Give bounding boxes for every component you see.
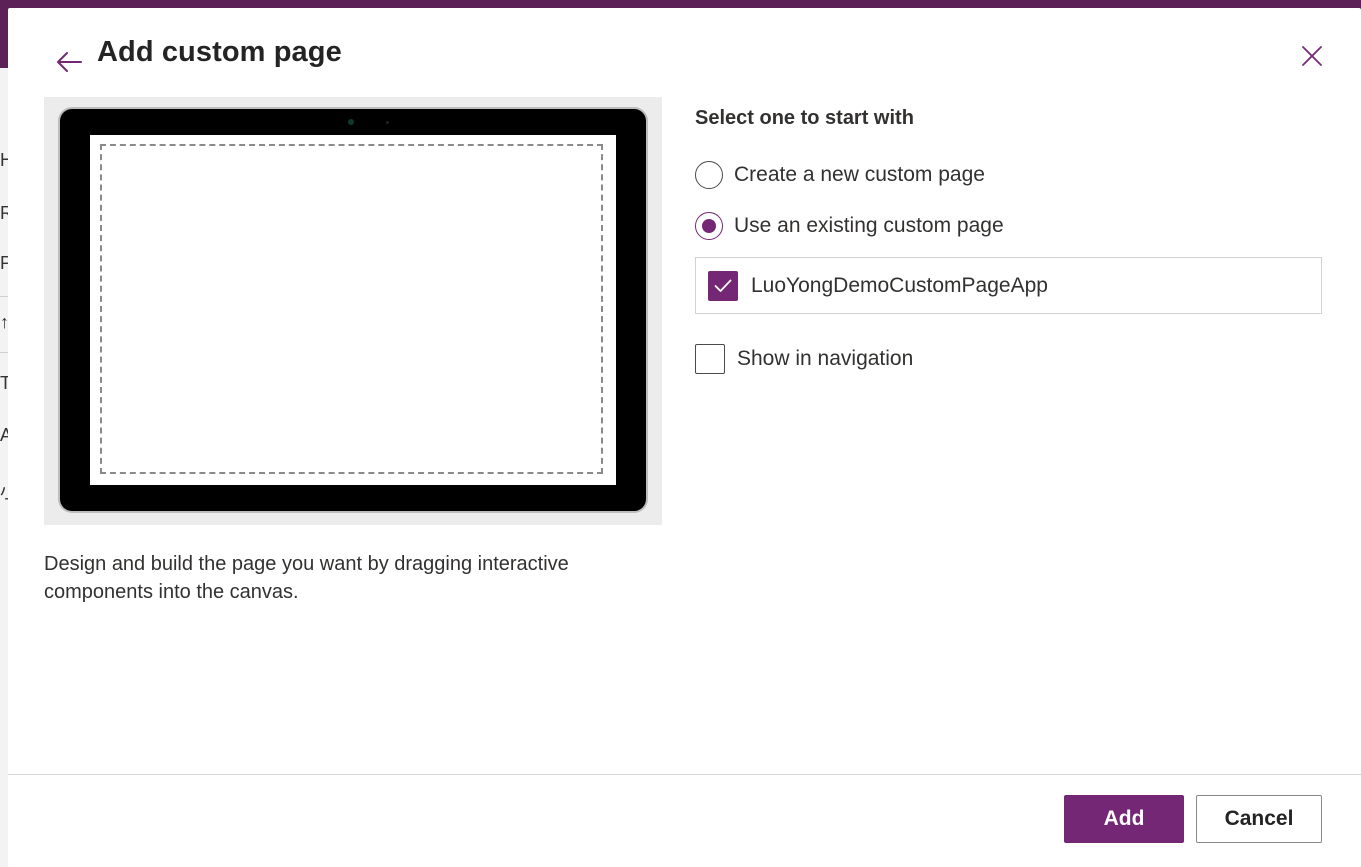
camera-icon xyxy=(348,119,354,125)
existing-page-label: LuoYongDemoCustomPageApp xyxy=(751,273,1048,297)
radio-button[interactable] xyxy=(695,212,723,240)
background-text-fragment: Re xyxy=(0,203,8,223)
radio-selected-dot xyxy=(702,219,716,233)
existing-page-item[interactable]: LuoYongDemoCustomPageApp xyxy=(695,257,1322,314)
arrow-left-icon xyxy=(57,52,82,72)
radio-label: Create a new custom page xyxy=(734,163,985,186)
close-icon xyxy=(1302,46,1322,66)
background-text-fragment: H xyxy=(0,150,8,170)
show-in-navigation-checkbox[interactable] xyxy=(695,344,725,374)
background-text-fragment: Te xyxy=(0,373,8,393)
checkbox-checked[interactable] xyxy=(708,270,738,301)
radio-create-new[interactable]: Create a new custom page xyxy=(695,161,985,189)
show-in-navigation-row[interactable]: Show in navigation xyxy=(695,344,913,374)
radio-use-existing[interactable]: Use an existing custom page xyxy=(695,212,1004,240)
back-button[interactable] xyxy=(54,46,84,78)
options-heading: Select one to start with xyxy=(695,107,914,129)
background-text-fragment: Pi xyxy=(0,253,8,273)
tablet-screen xyxy=(90,135,616,485)
canvas-placeholder xyxy=(100,144,603,474)
cancel-button[interactable]: Cancel xyxy=(1196,795,1322,843)
radio-label: Use an existing custom page xyxy=(734,214,1004,237)
add-custom-page-dialog: Add custom page Design and build the pag… xyxy=(8,8,1361,867)
background-text-fragment: ↑ xyxy=(0,312,8,332)
add-button[interactable]: Add xyxy=(1064,795,1184,843)
sensor-icon xyxy=(386,121,389,124)
preview-description: Design and build the page you want by dr… xyxy=(44,553,569,603)
tablet-illustration xyxy=(60,109,646,511)
show-in-navigation-label: Show in navigation xyxy=(737,347,914,370)
checkmark-icon xyxy=(714,279,732,292)
background-text-fragment: 小 xyxy=(0,478,8,504)
background-text-fragment: A xyxy=(0,425,8,445)
radio-button[interactable] xyxy=(695,161,723,189)
footer-divider xyxy=(8,774,1361,775)
close-button[interactable] xyxy=(1296,40,1328,72)
page-preview xyxy=(44,97,662,525)
dialog-title: Add custom page xyxy=(97,36,342,68)
